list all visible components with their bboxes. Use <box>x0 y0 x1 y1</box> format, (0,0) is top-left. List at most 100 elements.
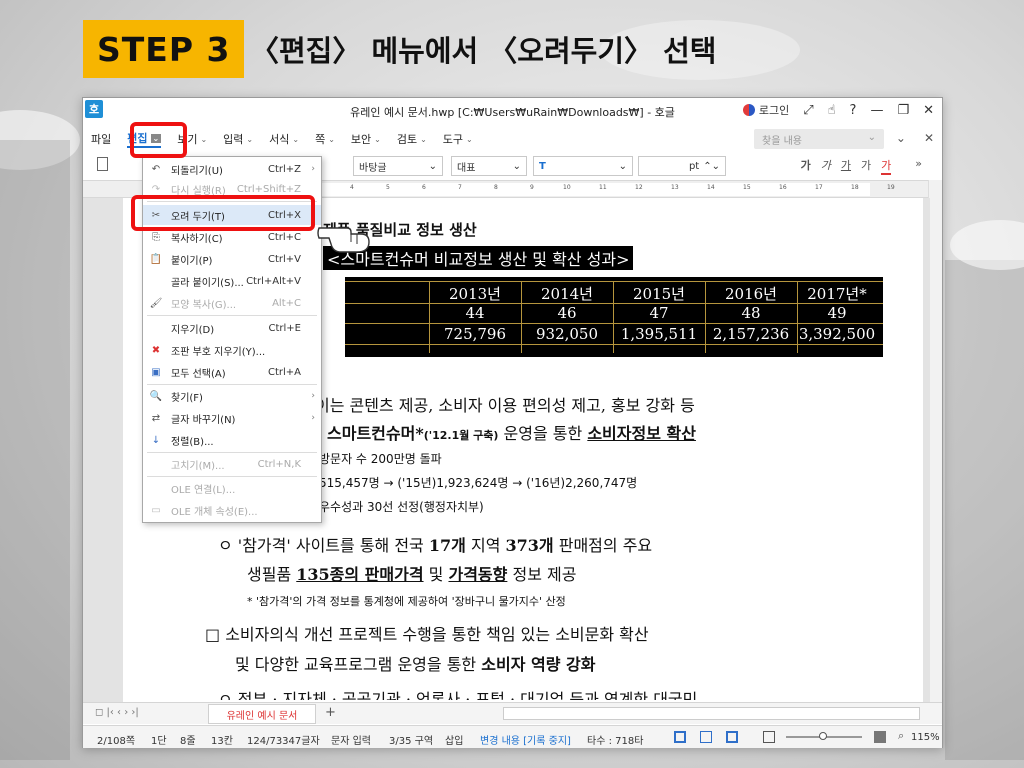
view-page-icon[interactable] <box>726 731 738 743</box>
more-icon[interactable]: » <box>915 157 922 175</box>
font-face-select[interactable]: T ⌄ <box>533 156 633 176</box>
doc-text: 지역 <box>470 536 501 555</box>
tab-navigation[interactable]: ◻ |‹ ‹ › ›| <box>95 707 139 718</box>
ruler-tick: 18 <box>851 184 859 191</box>
expand-ribbon-icon[interactable]: ⌄ <box>896 131 906 145</box>
menu-tools[interactable]: 도구 ⌄ <box>443 131 473 147</box>
menu-file[interactable]: 파일 <box>91 131 111 147</box>
status-insert[interactable]: 삽입 <box>445 732 463 747</box>
table-rule <box>613 281 614 353</box>
table-cell: 725,796 <box>443 325 507 343</box>
doc-paragraph: ㅇ '참가격' 사이트를 통해 전국 17개 지역 373개 판매점의 주요 <box>218 532 652 556</box>
chevron-down-icon: ⌄ <box>618 160 627 172</box>
horizontal-scrollbar[interactable] <box>503 707 920 720</box>
font-name-select[interactable]: 대표 ⌄ <box>451 156 527 176</box>
table-cell: 48 <box>741 304 761 322</box>
doc-paragraph: 생필품 135종의 판매가격 및 가격동향 정보 제공 <box>247 561 576 585</box>
menu-item-shortcut: Ctrl+C <box>267 231 301 243</box>
zoom-reset-icon[interactable] <box>874 731 886 743</box>
add-tab-button[interactable]: + <box>325 705 336 720</box>
menu-format-label: 서식 <box>269 133 290 146</box>
status-zoom[interactable]: 115% <box>911 732 940 743</box>
menu-format[interactable]: 서식 ⌄ <box>269 131 299 147</box>
help-icon[interactable]: ? <box>850 103 857 118</box>
vertical-scrollbar[interactable] <box>928 180 942 702</box>
table-header: 2017년* <box>807 285 867 303</box>
ruler-tick: 4 <box>350 184 354 191</box>
zoom-slider-handle[interactable] <box>819 732 827 740</box>
table-header: 2015년 <box>633 285 685 303</box>
menu-item-label: 찾기(F) <box>171 392 203 404</box>
chevron-down-icon: ⌄ <box>867 132 876 143</box>
menu-item-label: 지우기(D) <box>171 324 215 336</box>
chevron-down-icon: ⌄ <box>246 134 254 144</box>
table-cell: 1,395,511 <box>620 325 698 343</box>
font-size-input[interactable]: pt ⌃⌄ <box>638 156 726 176</box>
view-width-icon[interactable] <box>700 731 712 743</box>
close-icon[interactable]: ✕ <box>923 103 934 118</box>
italic-button[interactable]: 가 <box>821 157 831 175</box>
doc-bold-text: 135종의 판매가격 <box>296 565 424 584</box>
doc-text: ㅇ '참가격' 사이트를 통해 전국 <box>218 536 424 555</box>
menu-item-select-all[interactable]: ▣ 모두 선택(A) Ctrl+A <box>143 362 321 382</box>
style-select[interactable]: 바탕글 ⌄ <box>353 156 443 176</box>
hand-tool-icon[interactable]: ☝ <box>828 103 836 118</box>
menu-item-find[interactable]: 🔍 찾기(F) › <box>143 386 321 406</box>
menu-item-paste-special[interactable]: 골라 붙이기(S)... Ctrl+Alt+V <box>143 271 321 291</box>
menu-item-undo[interactable]: ↶ 되돌리기(U) Ctrl+Z › <box>143 159 321 179</box>
menu-item-ole-properties[interactable]: ▭ OLE 개체 속성(E)... <box>143 500 321 520</box>
search-placeholder: 찾을 내용 <box>762 136 802 147</box>
redo-icon: ↷ <box>151 183 161 195</box>
menu-item-paste[interactable]: 📋 붙이기(P) Ctrl+V <box>143 249 321 269</box>
results-table: 2013년 2014년 2015년 2016년 2017년* 44 46 47 … <box>345 277 883 357</box>
new-document-icon[interactable] <box>97 157 108 171</box>
chevron-down-icon: ⌄ <box>512 160 521 172</box>
menu-insert[interactable]: 입력 ⌄ <box>223 131 253 147</box>
ruler-tick: 9 <box>530 184 534 191</box>
menu-separator <box>147 452 317 453</box>
view-fit-icon[interactable] <box>763 731 775 743</box>
menu-separator <box>147 384 317 385</box>
search-input[interactable]: 찾을 내용 ⌄ <box>754 129 884 149</box>
strikethrough-button[interactable]: 가 <box>861 157 871 175</box>
menu-item-fix[interactable]: 고치기(M)... Ctrl+N,K <box>143 454 321 474</box>
menu-item-label: OLE 개체 속성(E)... <box>171 506 258 518</box>
menu-item-delete[interactable]: 지우기(D) Ctrl+E <box>143 318 321 338</box>
menu-item-label: 모두 선택(A) <box>171 368 226 380</box>
login-icon <box>742 104 755 116</box>
table-rule <box>429 281 430 353</box>
table-cell: 49 <box>827 304 847 322</box>
tab-document[interactable]: 유레인 예시 문서 <box>208 704 316 724</box>
font-color-button[interactable]: 가 <box>881 157 892 175</box>
view-normal-icon[interactable] <box>674 731 686 743</box>
minimize-icon[interactable]: — <box>870 103 883 118</box>
status-page[interactable]: 2/108쪽 <box>97 732 135 747</box>
menu-review[interactable]: 검토 ⌄ <box>397 131 427 147</box>
menu-item-remove-markers[interactable]: ✖ 조판 부호 지우기(Y)... <box>143 340 321 360</box>
doc-paragraph: 스마트컨슈머*('12.1월 구축) 운영을 통한 소비자정보 확산 <box>327 420 696 444</box>
menu-security[interactable]: 보안 ⌄ <box>351 131 381 147</box>
chevron-right-icon: › <box>311 413 315 423</box>
close-search-icon[interactable]: ✕ <box>924 131 934 145</box>
table-rule <box>705 281 706 353</box>
login-button[interactable]: 로그인 <box>742 102 790 118</box>
menu-item-replace[interactable]: ⇄ 글자 바꾸기(N) › <box>143 408 321 428</box>
bold-button[interactable]: 가 <box>801 157 811 175</box>
select-all-icon: ▣ <box>151 366 161 378</box>
background-shape <box>0 140 70 760</box>
login-label: 로그인 <box>758 104 790 117</box>
menu-item-shortcut: Ctrl+Shift+Z <box>236 183 301 195</box>
step-title: 〈편집〉 메뉴에서 〈오려두기〉 선택 <box>250 34 717 68</box>
menu-item-label: 조판 부호 지우기(Y)... <box>171 346 266 358</box>
underline-button[interactable]: 가 <box>841 157 851 175</box>
menu-page[interactable]: 쪽 ⌄ <box>315 131 335 147</box>
status-track-changes[interactable]: 변경 내용 [기록 중지] <box>480 732 571 747</box>
fullscreen-icon[interactable]: ⤢ <box>803 103 813 118</box>
restore-icon[interactable]: ❐ <box>897 103 909 118</box>
menu-item-ole-link[interactable]: OLE 연결(L)... <box>143 478 321 498</box>
menu-item-sort[interactable]: ↓ 정렬(B)... <box>143 430 321 450</box>
table-cell: 46 <box>557 304 577 322</box>
ruler-tick: 13 <box>671 184 679 191</box>
menu-item-format-copy[interactable]: 🖌 모양 복사(G)... Alt+C <box>143 293 321 313</box>
status-column: 1단 <box>151 736 167 747</box>
